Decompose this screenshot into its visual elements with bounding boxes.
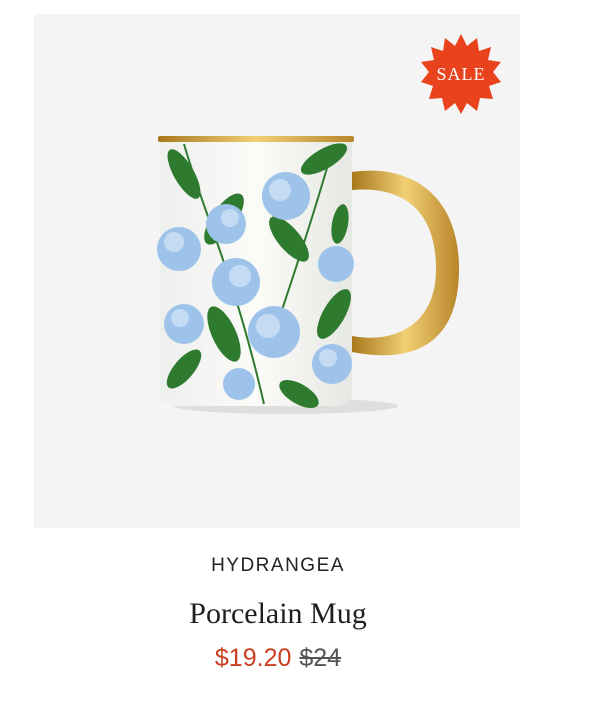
price-row: $19.20 $24 [0, 644, 556, 673]
product-card[interactable]: SALE HYDRANGEA Porcelain Mug $19.20 $24 [0, 0, 600, 720]
sale-badge-label: SALE [436, 63, 486, 84]
product-image[interactable]: SALE [34, 14, 520, 528]
product-collection: HYDRANGEA [211, 555, 345, 576]
product-title[interactable]: Porcelain Mug [0, 597, 556, 631]
sale-price: $19.20 [214, 644, 292, 672]
sale-badge: SALE [419, 32, 503, 116]
original-price: $24 [299, 644, 342, 672]
